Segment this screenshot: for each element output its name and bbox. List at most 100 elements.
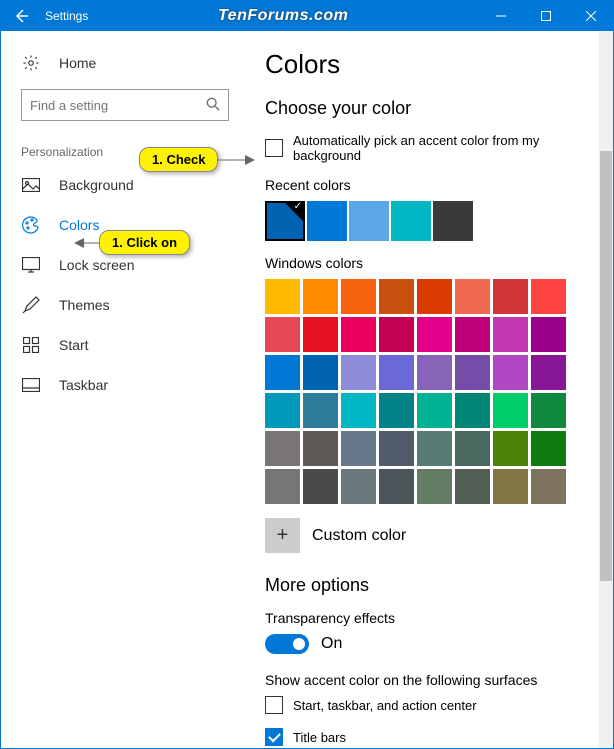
close-icon [586,11,596,21]
windows-color-swatch[interactable] [417,317,452,352]
recent-color-swatch[interactable] [391,201,431,241]
watermark-text: TenForums.com [88,7,478,25]
windows-color-swatch[interactable] [265,431,300,466]
auto-pick-checkbox[interactable] [265,139,283,157]
windows-color-swatch[interactable] [455,317,490,352]
windows-color-swatch[interactable] [455,469,490,504]
sidebar-item-label: Background [59,177,134,193]
windows-color-swatch[interactable] [379,393,414,428]
windows-color-swatch[interactable] [303,317,338,352]
sidebar: Home Personalization Background C [1,31,249,748]
transparency-toggle[interactable] [265,634,309,654]
windows-color-swatch[interactable] [265,393,300,428]
windows-color-swatch[interactable] [455,393,490,428]
scrollbar[interactable] [599,31,613,748]
surface-titlebars-checkbox[interactable] [265,728,283,746]
choose-color-heading: Choose your color [265,98,593,119]
sidebar-item-label: Colors [59,217,99,233]
page-title: Colors [265,49,593,80]
plus-icon: + [277,524,289,547]
custom-color-button[interactable]: + [265,518,300,553]
brush-icon [21,295,41,315]
windows-color-swatch[interactable] [379,431,414,466]
custom-color-label: Custom color [312,527,406,545]
back-button[interactable] [1,1,41,31]
maximize-button[interactable] [523,1,568,31]
windows-color-swatch[interactable] [455,431,490,466]
windows-color-swatch[interactable] [531,393,566,428]
recent-colors-label: Recent colors [265,177,593,193]
windows-color-swatch[interactable] [455,355,490,390]
windows-color-swatch[interactable] [379,469,414,504]
sidebar-item-themes[interactable]: Themes [1,285,249,325]
windows-color-swatch[interactable] [531,431,566,466]
minimize-button[interactable] [478,1,523,31]
window-title: Settings [41,9,88,23]
windows-color-swatch[interactable] [265,469,300,504]
windows-color-swatch[interactable] [265,317,300,352]
palette-icon [21,215,41,235]
more-options-heading: More options [265,575,593,596]
close-button[interactable] [568,1,613,31]
transparency-state: On [321,635,342,653]
sidebar-item-taskbar[interactable]: Taskbar [1,365,249,405]
search-input[interactable] [21,89,229,121]
windows-color-swatch[interactable] [265,355,300,390]
windows-color-swatch[interactable] [379,279,414,314]
windows-color-swatch[interactable] [531,317,566,352]
gear-icon [21,53,41,73]
windows-color-swatch[interactable] [379,317,414,352]
windows-color-swatch[interactable] [455,279,490,314]
maximize-icon [541,11,551,21]
windows-color-swatch[interactable] [531,355,566,390]
windows-color-swatch[interactable] [493,469,528,504]
windows-color-swatch[interactable] [303,393,338,428]
sidebar-item-label: Start [59,337,89,353]
surface-start-label: Start, taskbar, and action center [293,698,477,713]
recent-color-swatch[interactable] [265,201,305,241]
minimize-icon [496,11,506,21]
windows-color-swatch[interactable] [379,355,414,390]
sidebar-item-label: Lock screen [59,257,134,273]
callout-click: 1. Click on [99,230,190,255]
arrow-left-icon [13,8,29,24]
windows-color-swatch[interactable] [417,279,452,314]
transparency-label: Transparency effects [265,610,593,626]
surface-start-checkbox[interactable] [265,696,283,714]
windows-color-swatch[interactable] [417,469,452,504]
windows-color-swatch[interactable] [303,355,338,390]
home-label: Home [59,55,96,71]
windows-color-swatch[interactable] [303,469,338,504]
windows-color-swatch[interactable] [531,279,566,314]
windows-color-swatch[interactable] [303,431,338,466]
sidebar-item-start[interactable]: Start [1,325,249,365]
windows-color-swatch[interactable] [303,279,338,314]
windows-color-swatch[interactable] [417,355,452,390]
recent-color-swatch[interactable] [307,201,347,241]
surface-titlebars-label: Title bars [293,730,346,745]
windows-color-swatch[interactable] [493,393,528,428]
windows-color-swatch[interactable] [341,431,376,466]
windows-color-swatch[interactable] [341,355,376,390]
windows-color-swatch[interactable] [265,279,300,314]
windows-color-swatch[interactable] [493,355,528,390]
windows-color-swatch[interactable] [531,469,566,504]
auto-pick-label: Automatically pick an accent color from … [293,133,593,163]
windows-color-swatch[interactable] [493,431,528,466]
recent-color-swatch[interactable] [349,201,389,241]
taskbar-icon [21,375,41,395]
home-link[interactable]: Home [1,45,249,81]
recent-colors-row [265,201,593,241]
windows-color-swatch[interactable] [493,279,528,314]
windows-color-swatch[interactable] [341,279,376,314]
search-field[interactable] [30,98,206,113]
windows-color-swatch[interactable] [493,317,528,352]
windows-color-swatch[interactable] [341,393,376,428]
recent-color-swatch[interactable] [433,201,473,241]
scroll-thumb[interactable] [600,151,612,581]
grid-icon [21,335,41,355]
windows-color-swatch[interactable] [341,317,376,352]
windows-color-swatch[interactable] [417,393,452,428]
windows-color-swatch[interactable] [341,469,376,504]
windows-color-swatch[interactable] [417,431,452,466]
